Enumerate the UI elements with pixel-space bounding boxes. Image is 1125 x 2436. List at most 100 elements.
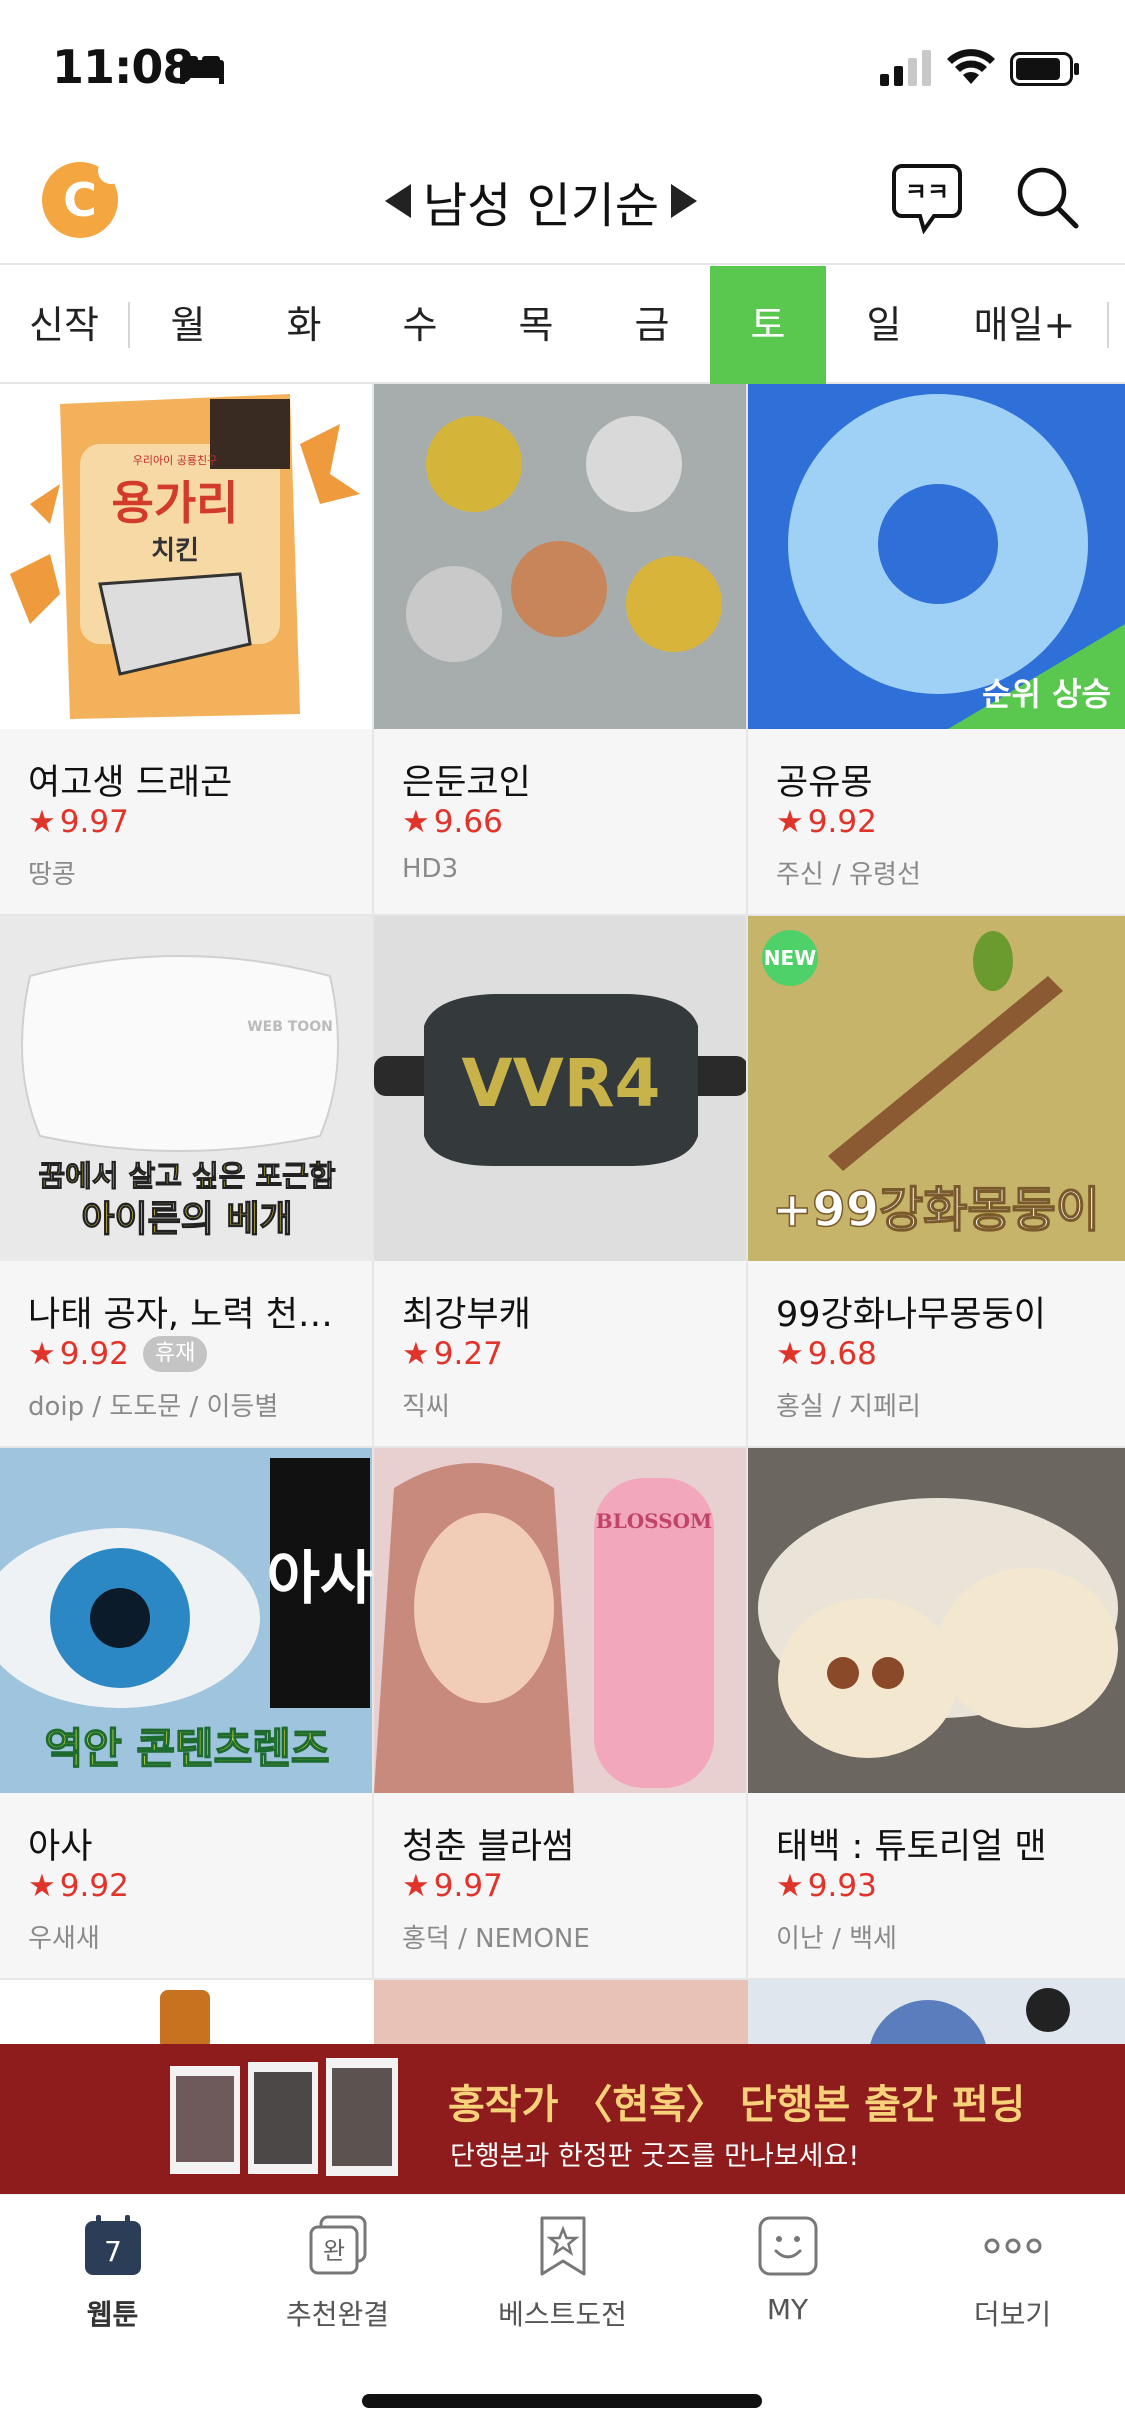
nav-my[interactable]: MY bbox=[675, 2215, 900, 2326]
status-time: 11:08 bbox=[52, 40, 194, 94]
webtoon-card[interactable]: 순위 상승 공유몽 ★ 9.92 주신 / 유령선 bbox=[748, 384, 1125, 916]
tab-wednesday[interactable]: 수 bbox=[362, 266, 478, 384]
webtoon-card[interactable]: 우리아이 공룡친구 용가리 치킨 여고생 드래곤 ★ 9.97 땅콩 bbox=[0, 384, 374, 916]
tab-sunday[interactable]: 일 bbox=[826, 266, 942, 384]
thumbnail-art: 아사 역안 콘텐츠렌즈 bbox=[0, 1448, 374, 1793]
star-icon: ★ bbox=[776, 1868, 804, 1904]
webtoon-author: 우새새 bbox=[28, 1924, 100, 1954]
webtoon-card-partial[interactable] bbox=[374, 1980, 748, 2050]
tab-thursday[interactable]: 목 bbox=[478, 266, 594, 384]
webtoon-title: 은둔코인 bbox=[402, 763, 531, 803]
nav-label: MY bbox=[766, 2293, 809, 2326]
cellular-signal-icon bbox=[880, 50, 931, 86]
app-logo[interactable]: C bbox=[42, 158, 124, 238]
svg-text:7: 7 bbox=[104, 2235, 122, 2268]
webtoon-title: 공유몽 bbox=[776, 763, 873, 803]
star-icon: ★ bbox=[402, 804, 430, 840]
webtoon-title: 태백 : 튜토리얼 맨 bbox=[776, 1827, 1047, 1867]
nav-completed[interactable]: 완 추천완결 bbox=[225, 2215, 450, 2333]
svg-text:아이른의 베개: 아이른의 베개 bbox=[81, 1199, 292, 1240]
webtoon-thumbnail: BLOSSOM bbox=[374, 1448, 746, 1793]
webtoon-card[interactable]: 아사 역안 콘텐츠렌즈 아사 ★ 9.92 우새새 bbox=[0, 1448, 374, 1980]
webtoon-thumbnail: 순위 상승 bbox=[748, 384, 1125, 729]
prev-sort-arrow-icon[interactable] bbox=[385, 184, 411, 218]
webtoon-title: 아사 bbox=[28, 1827, 93, 1867]
webtoon-card[interactable]: VVR4 최강부캐 ★ 9.27 직씨 bbox=[374, 916, 748, 1448]
svg-text:아사: 아사 bbox=[267, 1544, 374, 1612]
star-icon: ★ bbox=[28, 1868, 56, 1904]
search-icon[interactable] bbox=[1012, 162, 1082, 232]
webtoon-author: HD3 bbox=[402, 854, 459, 884]
nav-label: 베스트도전 bbox=[498, 2298, 627, 2331]
svg-text:우리아이 공룡친구: 우리아이 공룡친구 bbox=[133, 454, 217, 467]
webtoon-title: 최강부캐 bbox=[402, 1295, 531, 1335]
home-indicator[interactable] bbox=[362, 2394, 762, 2408]
webtoon-rating: ★ 9.93 bbox=[776, 1868, 877, 1904]
webtoon-author: 땅콩 bbox=[28, 860, 76, 890]
tab-friday[interactable]: 금 bbox=[594, 266, 710, 384]
svg-text:+99강화몽둥이: +99강화몽둥이 bbox=[772, 1182, 1100, 1238]
banner-title: 홍작가 〈현혹〉 단행본 출간 펀딩 bbox=[448, 2082, 1026, 2128]
svg-text:용가리: 용가리 bbox=[112, 476, 239, 530]
app-header: C 남성 인기순 ㅋㅋ bbox=[0, 140, 1125, 265]
star-icon: ★ bbox=[28, 1336, 56, 1372]
tab-monday[interactable]: 월 bbox=[130, 266, 246, 384]
webtoon-card[interactable]: BLOSSOM 청춘 블라썸 ★ 9.97 홍덕 / NEMONE bbox=[374, 1448, 748, 1980]
nav-webtoon[interactable]: 7 웹툰 bbox=[0, 2215, 225, 2333]
battery-icon bbox=[1010, 52, 1079, 86]
webtoon-author: 직씨 bbox=[402, 1392, 450, 1422]
nav-label: 추천완결 bbox=[285, 2298, 390, 2331]
webtoon-title: 99강화나무몽둥이 bbox=[776, 1295, 1046, 1335]
thumbnail-art bbox=[406, 416, 722, 662]
tab-divider bbox=[1107, 302, 1109, 348]
webtoon-card[interactable]: 은둔코인 ★ 9.66 HD3 bbox=[374, 384, 748, 916]
nav-label: 웹툰 bbox=[86, 2298, 139, 2331]
svg-text:역안 콘텐츠렌즈: 역안 콘텐츠렌즈 bbox=[44, 1724, 329, 1773]
book-covers-image bbox=[170, 2058, 398, 2176]
webtoon-rating: ★ 9.27 bbox=[402, 1336, 503, 1372]
more-dots-icon bbox=[984, 2238, 1041, 2254]
rank-up-badge: 순위 상승 bbox=[982, 675, 1111, 713]
bookmark-star-icon bbox=[540, 2216, 585, 2276]
webtoon-card-partial[interactable] bbox=[748, 1980, 1125, 2050]
sort-selector[interactable]: 남성 인기순 bbox=[385, 166, 698, 236]
webtoon-thumbnail: 우리아이 공룡친구 용가리 치킨 bbox=[0, 384, 372, 729]
webtoon-author: 홍실 / 지페리 bbox=[776, 1392, 921, 1422]
nav-more[interactable]: 더보기 bbox=[900, 2215, 1125, 2333]
webtoon-thumbnail: WEB TOON 꿈에서 살고 싶은 포근함 아이른의 베개 bbox=[0, 916, 372, 1261]
smiley-face-icon bbox=[758, 2216, 817, 2276]
nav-best-challenge[interactable]: 베스트도전 bbox=[450, 2215, 675, 2333]
webtoon-card[interactable]: WEB TOON 꿈에서 살고 싶은 포근함 아이른의 베개 나태 공자, 노력… bbox=[0, 916, 374, 1448]
chat-icon-text: ㅋㅋ bbox=[905, 178, 949, 206]
webtoon-thumbnail bbox=[748, 1448, 1125, 1793]
star-icon: ★ bbox=[402, 1868, 430, 1904]
webtoon-rating: ★ 9.92 휴재 bbox=[28, 1336, 208, 1372]
thumbnail-art bbox=[758, 1498, 1118, 1758]
webtoon-card[interactable]: 태백 : 튜토리얼 맨 ★ 9.93 이난 / 백세 bbox=[748, 1448, 1125, 1980]
webtoon-title: 청춘 블라썸 bbox=[402, 1827, 575, 1867]
next-sort-arrow-icon[interactable] bbox=[671, 184, 698, 218]
thumbnail-art: 우리아이 공룡친구 용가리 치킨 bbox=[10, 394, 360, 719]
webtoon-author: 홍덕 / NEMONE bbox=[402, 1924, 590, 1954]
webtoon-card[interactable]: +99강화몽둥이 NEW 99강화나무몽둥이 ★ 9.68 홍실 / 지페리 bbox=[748, 916, 1125, 1448]
completed-stack-icon: 완 bbox=[309, 2215, 366, 2275]
webtoon-rating: ★ 9.66 bbox=[402, 804, 503, 840]
tab-new[interactable]: 신작 bbox=[0, 266, 128, 384]
thumbnail-art bbox=[160, 1990, 210, 2050]
status-bar: 11:08 bbox=[0, 0, 1125, 135]
webtoon-title: 여고생 드래곤 bbox=[28, 763, 233, 803]
tab-tuesday[interactable]: 화 bbox=[246, 266, 362, 384]
tab-daily-plus[interactable]: 매일+ bbox=[942, 266, 1107, 384]
webtoon-author: 이난 / 백세 bbox=[776, 1924, 897, 1954]
promo-banner[interactable]: 홍작가 〈현혹〉 단행본 출간 펀딩 단행본과 한정판 굿즈를 만나보세요! bbox=[0, 2044, 1125, 2194]
star-icon: ★ bbox=[776, 804, 804, 840]
webtoon-card-partial[interactable] bbox=[0, 1980, 374, 2050]
new-badge: NEW bbox=[762, 930, 818, 986]
weekday-tabs: 신작 월 화 수 목 금 토 일 매일+ bbox=[0, 266, 1125, 384]
tab-saturday[interactable]: 토 bbox=[710, 266, 826, 384]
thumbnail-art bbox=[868, 1988, 1070, 2050]
hiatus-badge: 휴재 bbox=[142, 1336, 208, 1372]
webtoon-rating: ★ 9.92 bbox=[776, 804, 877, 840]
chat-bubble-icon[interactable]: ㅋㅋ bbox=[892, 162, 962, 234]
star-icon: ★ bbox=[776, 1336, 804, 1372]
